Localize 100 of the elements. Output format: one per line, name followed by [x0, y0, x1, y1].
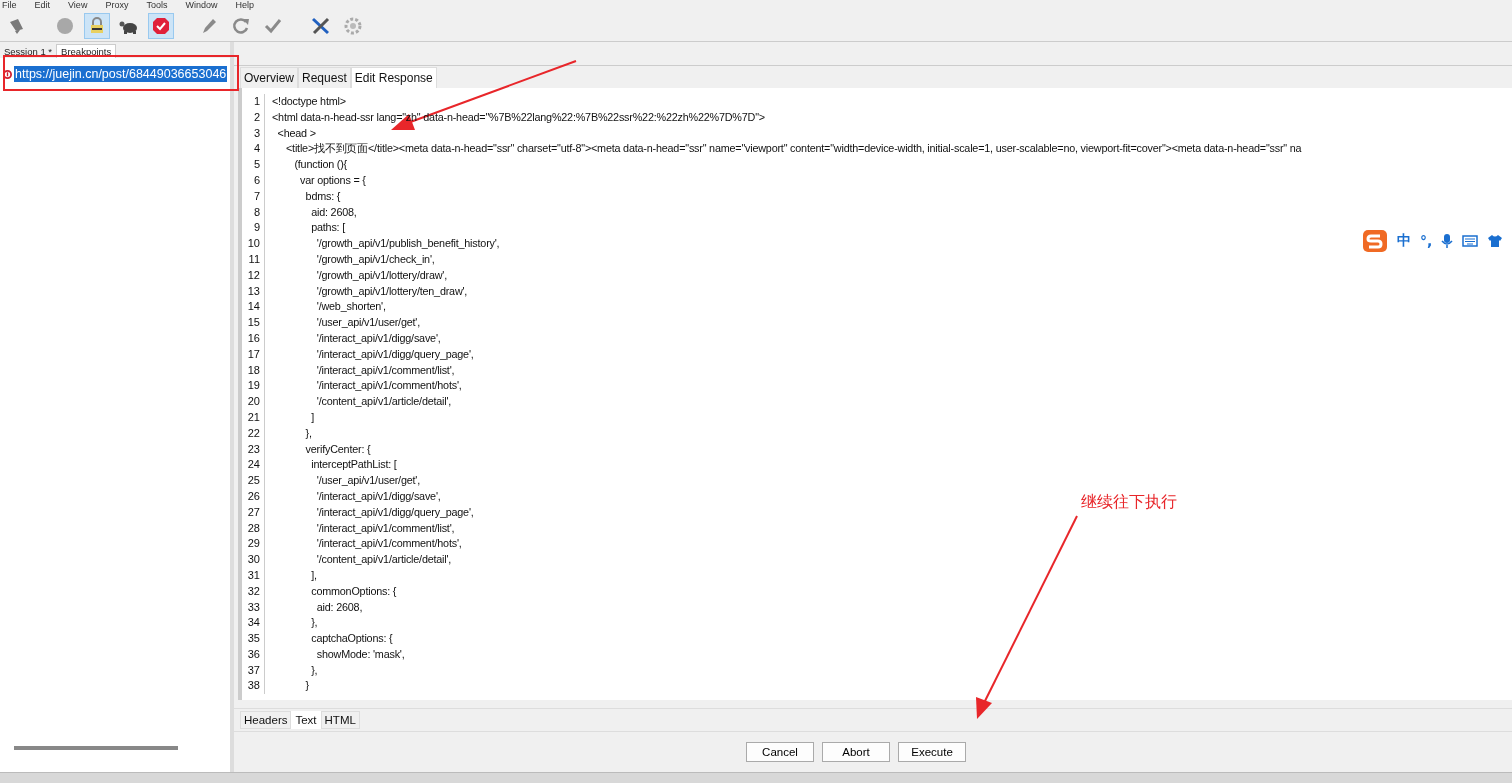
- line-number: 37: [242, 662, 265, 679]
- code-line: '/content_api/v1/article/detail',: [315, 552, 452, 568]
- line-number: 6: [242, 173, 265, 189]
- code-line: <title>找不到页面</title><meta data-n-head="ssr" charset="utf-8"><meta data-n-head="ssr" name="viewport" content="width=device-width, initial-scale=1, user-scalable=no, viewport-fit=cover"><meta data-n-head="ssr" na: [285, 141, 1302, 157]
- menu-item[interactable]: Edit: [34, 0, 51, 11]
- code-line: ],: [310, 567, 317, 583]
- code-line: },: [310, 615, 318, 631]
- shirt-icon[interactable]: [1487, 234, 1504, 248]
- code-line: '/growth_api/v1/lottery/ten_draw',: [315, 283, 468, 299]
- microphone-icon[interactable]: [1441, 233, 1454, 249]
- tab[interactable]: Text: [291, 711, 321, 729]
- line-number: 33: [242, 599, 265, 616]
- session-url[interactable]: https://juejin.cn/post/68449036653046: [14, 66, 228, 82]
- line-number: 14: [242, 299, 265, 316]
- code-line: <html data-n-head-ssr lang="zh" data-n-head="%7B%22lang%22:%7B%22ssr%22:%22zh%22%7D%7D">: [271, 109, 765, 125]
- code-line: }: [304, 678, 309, 694]
- code-line: aid: 2608,: [310, 204, 357, 220]
- code-line: aid: 2608,: [315, 599, 363, 615]
- line-number: 7: [242, 188, 265, 205]
- code-line: },: [310, 662, 318, 678]
- menu-item[interactable]: Tools: [146, 0, 168, 11]
- ime-logo-icon[interactable]: [1362, 229, 1388, 253]
- code-line: bdms: {: [304, 188, 341, 204]
- code-line: '/user_api/v1/user/get',: [315, 473, 420, 489]
- action-button[interactable]: Cancel: [746, 742, 814, 762]
- line-number: 23: [242, 441, 265, 458]
- code-line: showMode: 'mask',: [315, 646, 405, 662]
- refresh-icon: [231, 16, 251, 36]
- keyboard-icon[interactable]: [1462, 234, 1479, 248]
- code-editor[interactable]: [238, 88, 1512, 700]
- code-line: '/interact_api/v1/comment/list',: [315, 520, 455, 536]
- line-number: 35: [242, 631, 265, 647]
- action-button[interactable]: Execute: [898, 742, 966, 762]
- line-number: 11: [242, 251, 265, 268]
- line-number: 2: [242, 109, 265, 126]
- code-line: captchaOptions: {: [310, 631, 393, 647]
- tab[interactable]: Session 1 *: [0, 45, 57, 58]
- line-number: 16: [242, 330, 265, 347]
- line-number: 17: [242, 346, 265, 363]
- code-line: paths: [: [310, 220, 345, 236]
- menu-item[interactable]: Proxy: [105, 0, 129, 11]
- line-number: 18: [242, 362, 265, 379]
- line-number: 1: [242, 94, 265, 110]
- code-line: (function (){: [293, 157, 347, 173]
- code-line: '/interact_api/v1/comment/hots',: [315, 536, 462, 552]
- line-number: 24: [242, 457, 265, 474]
- code-line: commonOptions: {: [310, 583, 397, 599]
- ime-punctuation[interactable]: °,: [1420, 233, 1433, 249]
- tab[interactable]: Edit Response: [350, 67, 437, 88]
- code-line: '/interact_api/v1/digg/query_page',: [315, 346, 474, 362]
- code-line: interceptPathList: [: [310, 457, 397, 473]
- menu-item[interactable]: View: [68, 0, 88, 11]
- code-line: '/interact_api/v1/digg/save',: [315, 330, 441, 346]
- code-line: '/user_api/v1/user/get',: [315, 315, 420, 331]
- code-line: verifyCenter: {: [304, 441, 371, 457]
- line-number: 20: [242, 394, 265, 410]
- code-line: '/interact_api/v1/comment/list',: [315, 362, 455, 378]
- line-number: 3: [242, 125, 265, 142]
- line-number: 10: [242, 236, 265, 252]
- line-number: 5: [242, 157, 265, 173]
- scrollbar[interactable]: [14, 746, 178, 750]
- line-number: 15: [242, 315, 265, 331]
- toolbar-button[interactable]: [84, 13, 110, 39]
- code-line: '/web_shorten',: [315, 299, 386, 315]
- code-line: '/interact_api/v1/digg/query_page',: [315, 504, 474, 520]
- code-line: },: [304, 425, 312, 441]
- line-number: 4: [242, 141, 265, 158]
- line-number: 28: [242, 520, 265, 537]
- code-line: var options = {: [299, 173, 366, 188]
- code-line: '/growth_api/v1/check_in',: [315, 251, 435, 267]
- menu-item[interactable]: Window: [185, 0, 218, 11]
- line-number: 25: [242, 473, 265, 489]
- line-number: 22: [242, 425, 265, 442]
- line-number: 19: [242, 378, 265, 395]
- line-number: 34: [242, 615, 265, 632]
- code-line: <head >: [276, 125, 316, 141]
- line-number: 31: [242, 567, 265, 584]
- tab[interactable]: HTML: [320, 711, 360, 729]
- code-line: ]: [310, 409, 314, 425]
- line-number: 29: [242, 536, 265, 553]
- line-number: 30: [242, 552, 265, 568]
- line-number: 26: [242, 488, 265, 505]
- code-line: '/growth_api/v1/lottery/draw',: [315, 267, 447, 283]
- code-line: '/growth_api/v1/publish_benefit_history',: [315, 236, 500, 252]
- checkmark-icon: [263, 16, 283, 36]
- line-number: 8: [242, 204, 265, 221]
- line-number: 36: [242, 646, 265, 663]
- ime-language[interactable]: 中: [1397, 232, 1411, 250]
- stop-sign-icon: [151, 16, 171, 36]
- tab[interactable]: Request: [298, 67, 351, 88]
- circle-icon: [55, 16, 75, 36]
- line-number: 27: [242, 504, 265, 521]
- tab[interactable]: Overview: [240, 67, 298, 88]
- action-button[interactable]: Abort: [822, 742, 890, 762]
- tab[interactable]: Headers: [240, 711, 292, 729]
- line-number: 9: [242, 220, 265, 237]
- line-number: 38: [242, 678, 265, 695]
- menu-item[interactable]: File: [2, 0, 17, 11]
- menu-item[interactable]: Help: [235, 0, 254, 11]
- code-line: <!doctype html>: [271, 94, 346, 109]
